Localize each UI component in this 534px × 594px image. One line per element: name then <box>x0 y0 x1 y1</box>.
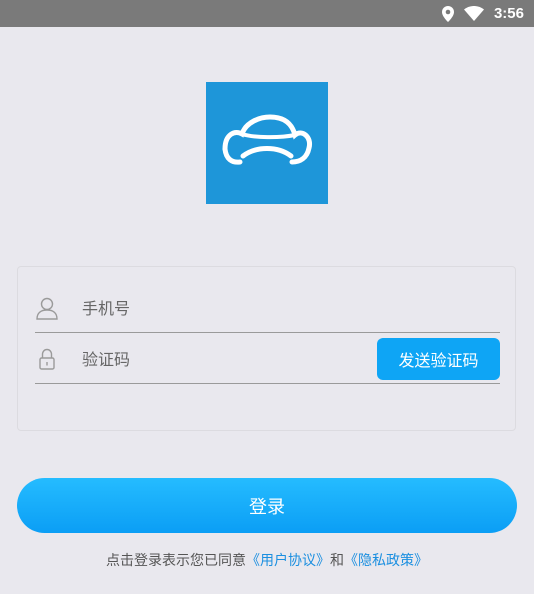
login-form: 发送验证码 <box>17 266 516 431</box>
user-icon <box>35 296 59 320</box>
privacy-policy-link[interactable]: 《隐私政策》 <box>344 553 428 569</box>
code-field-row: 发送验证码 <box>35 335 500 384</box>
phone-field-row <box>35 284 500 333</box>
send-code-button[interactable]: 发送验证码 <box>377 338 500 380</box>
user-agreement-link[interactable]: 《用户协议》 <box>246 553 330 569</box>
status-icons: 3:56 <box>441 0 524 27</box>
status-bar: 3:56 <box>0 0 534 27</box>
code-input[interactable] <box>82 345 362 373</box>
location-icon <box>441 5 454 22</box>
agreement-text: 点击登录表示您已同意《用户协议》和《隐私政策》 <box>0 550 534 570</box>
wifi-icon <box>463 6 484 21</box>
agreement-conjunction: 和 <box>330 553 344 569</box>
phone-input[interactable] <box>82 294 362 322</box>
login-button[interactable]: 登录 <box>17 478 517 533</box>
lock-icon <box>35 347 59 371</box>
app-logo <box>206 82 328 204</box>
status-time: 3:56 <box>493 5 524 22</box>
agreement-prefix: 点击登录表示您已同意 <box>106 553 246 569</box>
cloud-car-icon <box>222 114 313 165</box>
